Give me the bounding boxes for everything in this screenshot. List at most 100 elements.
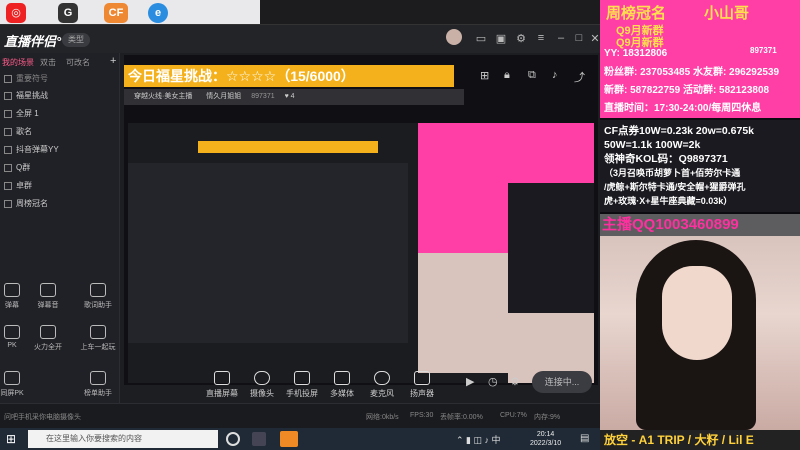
speaker-button[interactable]: 扬声器 [400, 371, 444, 399]
camera-button[interactable]: 摄像头 [240, 371, 284, 399]
minimize-icon[interactable]: – [554, 32, 568, 44]
notification-icon[interactable]: ▤ [580, 433, 589, 444]
face-shape [662, 266, 732, 360]
browser-icon[interactable]: e [148, 3, 168, 23]
cf-line: CF点券10W=0.23k 20w=0.675k [604, 125, 755, 137]
avatar[interactable] [446, 29, 462, 45]
firepower-icon [40, 325, 56, 339]
taskbar-search-input[interactable]: 在这里输入你要搜索的内容 [28, 430, 218, 448]
streamer-name: 情久月姐姐 [206, 93, 242, 100]
cortana-icon[interactable] [226, 432, 240, 446]
danmu-icon [4, 283, 20, 297]
tool-lyrics[interactable]: 歌词助手 [80, 283, 116, 310]
tool-danmu[interactable]: 弹幕 [0, 283, 30, 310]
scene-item[interactable]: 周榜冠名 [4, 196, 48, 211]
copy-icon[interactable]: ⧉ [528, 69, 536, 82]
tool-carpool[interactable]: 上车一起玩 [80, 325, 116, 352]
record-icon[interactable]: ▶ [466, 375, 474, 388]
type-selector[interactable]: 类型 [62, 33, 90, 47]
nested-banner [198, 141, 378, 153]
tray-icons[interactable]: ⌃ ▮ ◫ ♪ 中 [456, 433, 501, 446]
maximize-icon[interactable]: □ [572, 32, 586, 44]
screen-icon [214, 371, 230, 385]
screen-icon[interactable]: ▣ [494, 32, 508, 45]
phone-camera-hint[interactable]: 问吧手机采你电脑摄像头 [4, 412, 81, 422]
tab-my-scenes[interactable]: 我的场景 [2, 57, 34, 68]
stream-overlay-panel: 周榜冠名 小山哥 Q9月新群 Q9月新群 YY: 18312806 897371… [600, 0, 800, 450]
microphone-button[interactable]: 麦克风 [360, 371, 404, 399]
tab-rename[interactable]: 可改名 [66, 57, 90, 68]
viewer-icon: ♥ [284, 93, 289, 100]
title-bar: 直播伴侣° 类型 ▭ ▣ ⚙ ≡ – □ ✕ [0, 25, 600, 53]
crossfire-icon[interactable]: CF [104, 3, 128, 23]
tool-firepower[interactable]: 火力全开 [30, 325, 66, 352]
sidebar: 我的场景 双击 可改名 + 重要符号 福星挑战 全屏 1 歌名 抖音弹幕YY Q… [0, 53, 120, 403]
streamer-camera [600, 236, 800, 432]
taskbar-clock[interactable]: 20:14 2022/3/10 [530, 430, 561, 448]
pk-icon [4, 325, 20, 339]
multimedia-button[interactable]: 多媒体 [320, 371, 364, 399]
lyrics-icon [90, 283, 106, 297]
stream-info-bar: 穿越火线·美女主播 情久月姐姐 897371 ♥ 4 [124, 89, 464, 105]
game-g-icon[interactable]: G [58, 3, 78, 23]
mem-stat: 内存:9% [534, 414, 561, 421]
cf-price-block: CF点券10W=0.23k 20w=0.675k 50W=1.1k 100W=2… [600, 120, 800, 212]
speed-icon[interactable]: ◷ [488, 375, 498, 388]
scene-item[interactable]: 歌名 [4, 124, 32, 139]
gear-icon[interactable]: ⚙ [510, 375, 520, 388]
screen: ◎ G CF e 直播伴侣° 类型 ▭ ▣ ⚙ ≡ – □ ✕ 我的场景 双击 … [0, 0, 800, 450]
fps-stat: FPS:30 [410, 412, 434, 419]
fortune-banner: 今日福星挑战：☆☆☆☆（15/6000） [124, 65, 454, 87]
scene-item[interactable]: 重要符号 [4, 71, 48, 86]
start-live-button[interactable]: 连接中... [532, 371, 592, 393]
cf-line: 领神奇KOL码：Q9897371 [604, 153, 728, 165]
feedback-icon[interactable]: ▭ [474, 32, 488, 45]
id-badge: 897371 [750, 46, 777, 55]
bell-icon[interactable]: ♪ [552, 69, 558, 81]
share-icon[interactable]: ⤴ [574, 69, 585, 85]
media-icon [334, 371, 350, 385]
clock-date: 2022/3/10 [530, 440, 562, 447]
tool-rank[interactable]: 榜单助手 [80, 371, 116, 398]
now-playing: 放空 - A1 TRIP / 大籽 / Lil E [600, 430, 800, 450]
nested-preview [128, 123, 594, 383]
network-stat: 网络:0kb/s [366, 414, 399, 421]
scene-item[interactable]: 卓群 [4, 178, 32, 193]
nested-overlay-2 [508, 123, 594, 183]
fan-group-line: 粉丝群: 237053485 水友群: 296292539 [600, 64, 800, 82]
sponsor-block: 周榜冠名 小山哥 Q9月新群 Q9月新群 YY: 18312806 897371 [600, 0, 800, 64]
scene-item[interactable]: Q群 [4, 160, 30, 175]
windows-start-icon[interactable]: ⊞ [6, 432, 16, 446]
app-logo: 直播伴侣° [4, 34, 62, 49]
task-view-icon[interactable] [252, 432, 266, 446]
scene-item[interactable]: 抖音弹幕YY [4, 142, 59, 157]
layer-icon[interactable]: ⊞ [480, 69, 489, 82]
tool-danmu-sound[interactable]: 弹幕音 [30, 283, 66, 310]
phone-cast-button[interactable]: 手机投屏 [280, 371, 324, 399]
fan-group-line-2: 新群: 587822759 活动群: 582123808 [600, 82, 800, 100]
lock-icon[interactable]: 🔒︎ [504, 69, 510, 82]
live-app-taskbar-icon[interactable] [280, 431, 298, 447]
nested-app [128, 163, 408, 343]
sponsor-name: 小山哥 [704, 5, 750, 22]
live-companion-window: 直播伴侣° 类型 ▭ ▣ ⚙ ≡ – □ ✕ 我的场景 双击 可改名 + 重要符… [0, 24, 600, 429]
scene-item[interactable]: 全屏 1 [4, 106, 39, 121]
add-scene-icon[interactable]: + [110, 55, 116, 67]
settings-icon[interactable]: ⚙ [514, 32, 528, 45]
tab-double-click[interactable]: 双击 [40, 57, 56, 68]
room-id: 897371 [251, 93, 275, 100]
camera-icon [254, 371, 270, 385]
taskbar: ⊞ 在这里输入你要搜索的内容 ⌃ ▮ ◫ ♪ 中 20:14 2022/3/10… [0, 428, 600, 450]
viewer-count: 4 [290, 93, 295, 100]
netease-music-icon[interactable]: ◎ [6, 3, 26, 23]
house-icon [4, 371, 20, 385]
screen-capture-button[interactable]: 直播屏幕 [200, 371, 244, 399]
menu-icon[interactable]: ≡ [534, 32, 548, 44]
tool-same-screen-pk[interactable]: 同屏PK [0, 371, 30, 398]
scene-item[interactable]: 福星挑战 [4, 88, 48, 103]
preview-canvas[interactable]: 今日福星挑战：☆☆☆☆（15/6000） ⊞ 🔒︎ ⧉ ♪ ⤴ 穿越火线·美女主… [124, 55, 598, 385]
tool-pk[interactable]: PK [0, 325, 30, 349]
cf-line: 虎+玫瑰·X+星牛座典藏=0.03k） [604, 196, 733, 206]
cf-line: （3月召唤币胡萝卜首+佰劳尔卡通 [604, 168, 741, 178]
nested-cf-block [508, 183, 594, 313]
